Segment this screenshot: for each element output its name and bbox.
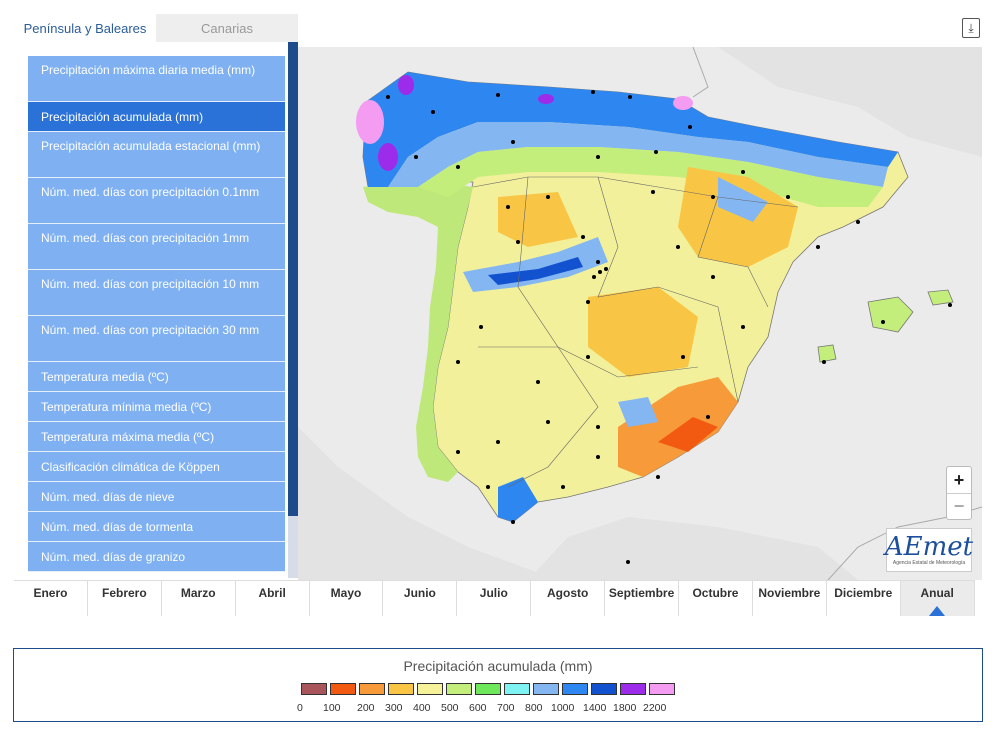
legend-label: 700	[497, 702, 515, 714]
month-tab-enero[interactable]: Enero	[14, 581, 88, 616]
legend-label: 1000	[551, 702, 575, 714]
menu-item-2[interactable]: Precipitación acumulada estacional (mm)	[28, 132, 285, 178]
legend-title: Precipitación acumulada (mm)	[403, 658, 593, 674]
map-view[interactable]	[298, 47, 982, 580]
legend-label: 600	[469, 702, 487, 714]
legend-swatch-5	[446, 683, 472, 695]
menu-item-3[interactable]: Núm. med. días con precipitación 0.1mm	[28, 178, 285, 224]
legend-swatch-9	[562, 683, 588, 695]
month-label: Abril	[258, 586, 286, 600]
month-tab-febrero[interactable]: Febrero	[88, 581, 162, 616]
legend-swatch-12	[649, 683, 675, 695]
aemet-logo-subtitle: Agencia Estatal de Meteorología	[892, 560, 966, 566]
menu-item-7[interactable]: Temperatura media (ºC)	[28, 362, 285, 392]
legend-label: 500	[441, 702, 459, 714]
menu-scrollbar[interactable]	[288, 42, 298, 578]
menu-item-9[interactable]: Temperatura máxima media (ºC)	[28, 422, 285, 452]
legend-swatch-0	[301, 683, 327, 695]
month-tab-anual[interactable]: Anual	[900, 581, 975, 616]
menorca	[927, 289, 954, 306]
legend-label: 2200	[643, 702, 667, 714]
zoom-in-button[interactable]: +	[947, 467, 971, 493]
menu-item-5[interactable]: Núm. med. días con precipitación 10 mm	[28, 270, 285, 316]
variable-menu: Precipitación máxima diaria media (mm) Pr…	[28, 56, 285, 572]
menu-item-6[interactable]: Núm. med. días con precipitación 30 mm	[28, 316, 285, 362]
variable-menu-panel: Precipitación máxima diaria media (mm) Pr…	[14, 42, 298, 578]
month-tab-junio[interactable]: Junio	[383, 581, 458, 616]
legend-label: 200	[357, 702, 375, 714]
aemet-logo: AEmet Agencia Estatal de Meteorología	[884, 528, 974, 572]
menu-item-12[interactable]: Núm. med. días de tormenta	[28, 512, 285, 542]
legend-labels: 0 100 200 300 400 500 600 700 800 1000 1400 1800 220…	[297, 702, 673, 714]
menu-item-1[interactable]: Precipitación acumulada (mm)	[28, 102, 285, 132]
menu-item-11[interactable]: Núm. med. días de nieve	[28, 482, 285, 512]
zoom-control: + −	[946, 466, 972, 520]
legend-swatches	[301, 683, 678, 695]
menu-item-8[interactable]: Temperatura mínima media (ºC)	[28, 392, 285, 422]
zoom-out-button[interactable]: −	[947, 493, 971, 519]
legend-swatch-6	[475, 683, 501, 695]
active-month-caret-icon	[929, 606, 946, 616]
galicia-max-zone	[356, 100, 384, 144]
legend-label: 100	[323, 702, 341, 714]
legend-swatch-4	[417, 683, 443, 695]
legend-swatch-1	[330, 683, 356, 695]
download-icon[interactable]: ⤓	[962, 18, 980, 38]
ibiza	[817, 344, 837, 363]
legend-swatch-3	[388, 683, 414, 695]
month-tab-julio[interactable]: Julio	[457, 581, 532, 616]
month-label: Mayo	[330, 586, 362, 600]
month-tab-mayo[interactable]: Mayo	[310, 581, 384, 616]
legend-swatch-10	[591, 683, 617, 695]
month-selector: Enero Febrero Marzo Abril Mayo Junio Julio Agos…	[14, 580, 975, 616]
legend-label: 400	[413, 702, 431, 714]
month-label: Agosto	[547, 586, 589, 600]
month-label: Anual	[920, 586, 954, 600]
tab-canarias[interactable]: Canarias	[156, 14, 298, 42]
month-tab-octubre[interactable]: Octubre	[679, 581, 753, 616]
legend-swatch-7	[504, 683, 530, 695]
menu-item-0[interactable]: Precipitación máxima diaria media (mm)	[28, 56, 285, 102]
legend-box: Precipitación acumulada (mm) 0 100 200 300 4…	[13, 648, 983, 722]
menu-item-13[interactable]: Núm. med. días de granizo	[28, 542, 285, 572]
menu-item-10[interactable]: Clasificación climática de Köppen	[28, 452, 285, 482]
tab-peninsula-baleares[interactable]: Península y Baleares	[14, 14, 156, 42]
legend-label: 300	[385, 702, 403, 714]
legend-swatch-2	[359, 683, 385, 695]
month-label: Junio	[403, 586, 436, 600]
legend-swatch-8	[533, 683, 559, 695]
month-label: Julio	[479, 586, 508, 600]
month-tab-diciembre[interactable]: Diciembre	[827, 581, 901, 616]
month-label: Septiembre	[608, 586, 675, 600]
aemet-logo-text: AEmet	[884, 532, 974, 562]
legend-label: 800	[525, 702, 543, 714]
precipitation-map	[298, 47, 982, 580]
menu-scrollbar-thumb[interactable]	[288, 42, 298, 516]
month-label: Febrero	[101, 586, 147, 600]
legend-label: 1400	[583, 702, 607, 714]
month-tab-marzo[interactable]: Marzo	[162, 581, 236, 616]
north-africa-land	[528, 517, 858, 580]
legend-label: 1800	[613, 702, 637, 714]
month-label: Diciembre	[834, 586, 893, 600]
legend-label: 0	[297, 702, 303, 714]
month-tab-abril[interactable]: Abril	[236, 581, 310, 616]
month-tab-noviembre[interactable]: Noviembre	[753, 581, 827, 616]
region-tabs: Península y Baleares Canarias	[14, 14, 298, 42]
month-label: Noviembre	[758, 586, 821, 600]
month-tab-agosto[interactable]: Agosto	[531, 581, 606, 616]
legend-swatch-11	[620, 683, 646, 695]
month-label: Enero	[33, 586, 68, 600]
month-tab-septiembre[interactable]: Septiembre	[605, 581, 680, 616]
month-label: Octubre	[692, 586, 739, 600]
mallorca	[867, 296, 914, 333]
menu-item-4[interactable]: Núm. med. días con precipitación 1mm	[28, 224, 285, 270]
month-label: Marzo	[180, 586, 216, 600]
